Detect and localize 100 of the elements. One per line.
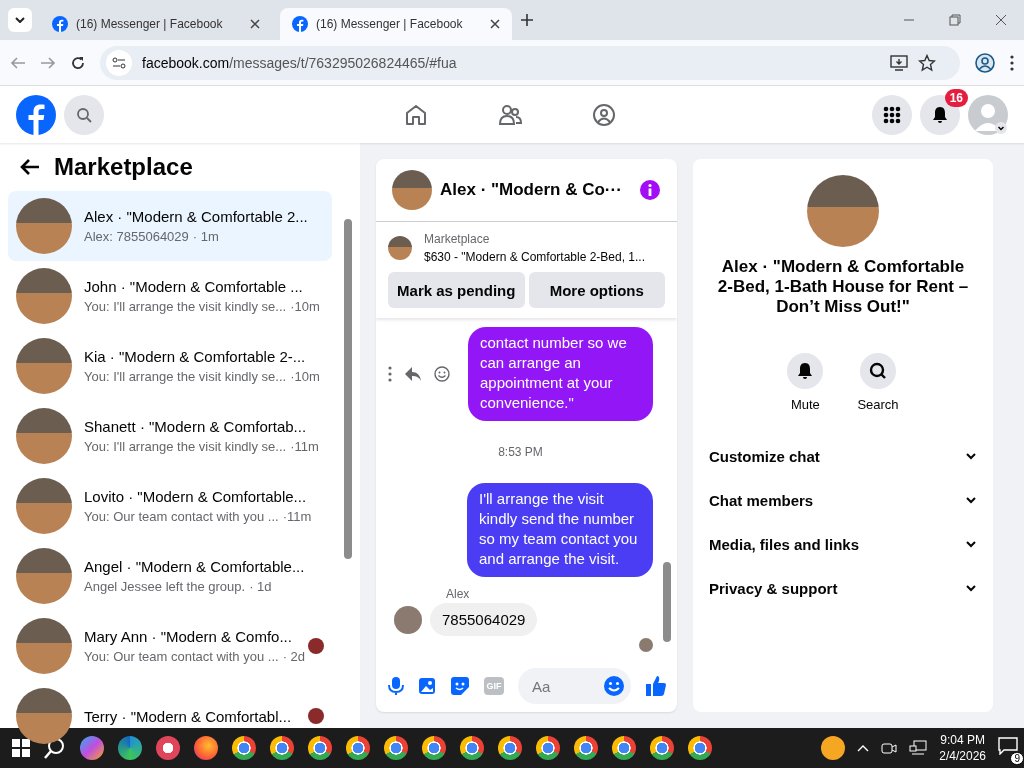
- clock[interactable]: 9:04 PM 2/4/2026: [939, 732, 986, 764]
- bell-icon: [931, 105, 949, 124]
- message-time: ·10m: [290, 299, 320, 314]
- profile-icon[interactable]: [974, 51, 996, 74]
- camera-icon[interactable]: [881, 741, 898, 755]
- conversation-name: Mary Ann · "Modern & Comfo...: [84, 628, 293, 645]
- message-preview: You: I'll arrange the visit kindly se...: [84, 439, 287, 454]
- sticker-icon[interactable]: [450, 676, 470, 696]
- new-tab-icon[interactable]: [520, 13, 534, 27]
- photo-placeholder: [16, 268, 72, 324]
- microphone-icon[interactable]: [388, 676, 404, 696]
- message-time: · 2d: [282, 649, 306, 664]
- conversation-name: Kia · "Modern & Comfortable 2-...: [84, 348, 307, 365]
- reply-icon[interactable]: [404, 366, 422, 382]
- info-icon[interactable]: [639, 179, 661, 201]
- chrome-icon[interactable]: [650, 736, 674, 760]
- settings-section[interactable]: Media, files and links: [701, 522, 985, 566]
- menu-icon[interactable]: [1010, 54, 1014, 71]
- message-preview: You: I'll arrange the visit kindly se...: [84, 299, 287, 314]
- chat-title[interactable]: Alex · "Modern & Co···: [440, 180, 631, 200]
- notification-icon[interactable]: [998, 737, 1018, 755]
- conversation-name: Angel · "Modern & Comfortable...: [84, 558, 306, 575]
- chrome-icon[interactable]: [498, 736, 522, 760]
- settings-section[interactable]: Privacy & support: [701, 566, 985, 610]
- address-bar[interactable]: facebook.com/messages/t/763295026824465/#fua: [100, 45, 960, 80]
- circle-icon[interactable]: [821, 736, 846, 760]
- message-input[interactable]: Aa: [530, 676, 603, 696]
- chrome-icon[interactable]: [422, 736, 446, 760]
- search-button[interactable]: [64, 94, 104, 135]
- image-icon[interactable]: [418, 677, 436, 695]
- scissors-icon[interactable]: [156, 736, 180, 760]
- message-preview: You: Our team contact with you ...: [84, 509, 279, 524]
- conversation-item[interactable]: Alex · "Modern & Comfortable 2... Alex: 7855064029 · 1m: [8, 191, 332, 261]
- settings-section[interactable]: Customize chat: [701, 434, 985, 478]
- chrome-icon[interactable]: [384, 736, 408, 760]
- listing-title[interactable]: $630 - "Modern & Comfortable 2-Bed, 1...: [424, 250, 646, 264]
- panel-title: Marketplace: [54, 153, 193, 181]
- avatar-icon: [394, 605, 422, 634]
- message-time: ·11m: [290, 439, 319, 454]
- facebook-logo-icon: [52, 16, 68, 32]
- smiley-icon[interactable]: [434, 366, 450, 382]
- conversation-item[interactable]: Mary Ann · "Modern & Comfo... You: Our team contact with you ... · 2d: [8, 611, 332, 681]
- chrome-icon[interactable]: [270, 736, 294, 760]
- message-bubble: contact number so we can arrange an appointment at your convenience.": [468, 327, 653, 421]
- chrome-icon[interactable]: [612, 736, 636, 760]
- conversation-name: Alex · "Modern & Comfortable 2...: [84, 208, 309, 225]
- apps-button[interactable]: [872, 94, 912, 135]
- conversation-item[interactable]: Lovito · "Modern & Comfortable... You: Our team contact with you ... ·11m: [8, 471, 332, 541]
- conversation-name: John · "Modern & Comfortable ...: [84, 278, 304, 295]
- groups-icon[interactable]: [592, 102, 616, 127]
- copilot-icon[interactable]: [80, 736, 104, 760]
- seen-avatar-icon: [639, 638, 653, 652]
- chrome-icon[interactable]: [232, 736, 256, 760]
- star-icon[interactable]: [918, 53, 936, 72]
- more-icon[interactable]: [388, 366, 392, 382]
- close-icon[interactable]: [490, 19, 500, 29]
- site-settings-icon[interactable]: [112, 56, 126, 69]
- conversation-item[interactable]: John · "Modern & Comfortable ... You: I'll arrange the visit kindly se... ·10m: [8, 261, 332, 331]
- settings-section[interactable]: Chat members: [701, 478, 985, 522]
- conversation-item[interactable]: Kia · "Modern & Comfortable 2-... You: I'll arrange the visit kindly se... ·10m: [8, 331, 332, 401]
- firefox-icon[interactable]: [194, 736, 218, 760]
- reload-icon[interactable]: [70, 54, 86, 71]
- thumbs-up-icon[interactable]: [645, 675, 667, 697]
- home-icon[interactable]: [404, 102, 428, 127]
- close-icon[interactable]: [250, 19, 260, 29]
- photo-placeholder: [16, 548, 72, 604]
- message-field[interactable]: Aa: [518, 668, 631, 704]
- chrome-icon[interactable]: [536, 736, 560, 760]
- bell-icon: [796, 362, 815, 380]
- chrome-icon[interactable]: [574, 736, 598, 760]
- conversation-item[interactable]: Angel · "Modern & Comfortable... Angel Jessee left the group. · 1d: [8, 541, 332, 611]
- chrome-icon[interactable]: [688, 736, 712, 760]
- chrome-icon[interactable]: [346, 736, 370, 760]
- emoji-icon[interactable]: [603, 675, 625, 697]
- facebook-logo-icon: [292, 16, 308, 32]
- tab-search-button[interactable]: [8, 8, 32, 32]
- browser-icon[interactable]: [118, 736, 142, 760]
- chrome-icon[interactable]: [308, 736, 332, 760]
- conversation-name: Shanett · "Modern & Comfortab...: [84, 418, 308, 435]
- chevron-up-icon[interactable]: [857, 744, 870, 752]
- search-icon: [76, 106, 92, 123]
- chrome-icon[interactable]: [460, 736, 484, 760]
- message-bubble: I'll arrange the visit kindly send the number so my team contact you and arrange the visit.: [467, 483, 653, 577]
- back-icon[interactable]: [10, 54, 26, 71]
- search-icon[interactable]: [44, 737, 66, 759]
- network-icon[interactable]: [909, 740, 928, 756]
- back-arrow-icon[interactable]: [20, 158, 40, 176]
- browser-tab[interactable]: (16) Messenger | Facebook: [280, 8, 512, 40]
- browser-tab[interactable]: (16) Messenger | Facebook: [40, 8, 272, 40]
- message-preview: Alex: 7855064029: [84, 229, 189, 244]
- friends-icon[interactable]: [498, 102, 522, 127]
- listing-button[interactable]: Mark as pending: [388, 272, 525, 308]
- windows-logo-icon[interactable]: [12, 739, 30, 757]
- forward-icon[interactable]: [40, 54, 56, 71]
- search-icon: [869, 362, 887, 380]
- listing-button[interactable]: More options: [528, 272, 665, 308]
- facebook-logo-icon[interactable]: [16, 94, 56, 135]
- chevron-icon: [965, 494, 977, 506]
- conversation-item[interactable]: Shanett · "Modern & Comfortab... You: I'll arrange the visit kindly se... ·11m: [8, 401, 332, 471]
- install-icon[interactable]: [890, 54, 908, 71]
